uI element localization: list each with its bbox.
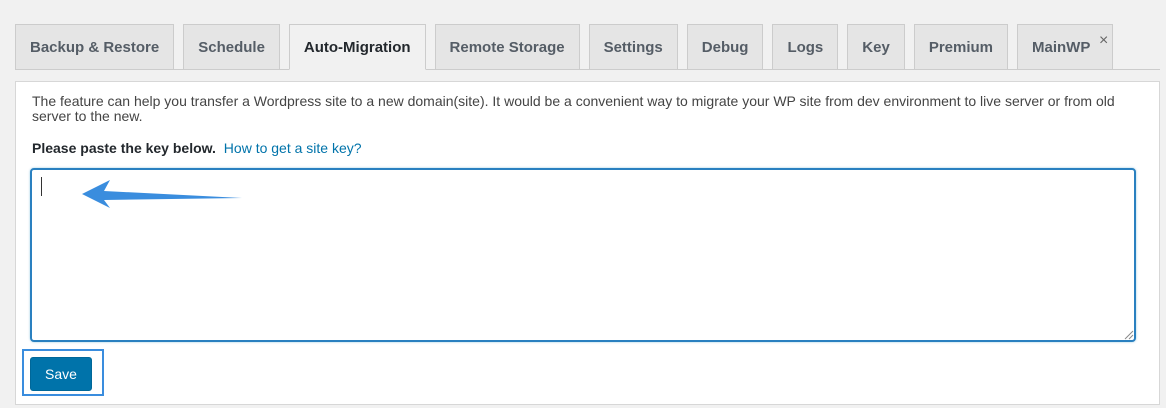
tab-label: Auto-Migration [303,38,411,56]
save-button[interactable]: Save [30,357,92,391]
tab-debug[interactable]: Debug [686,24,764,69]
tab-schedule[interactable]: Schedule [183,24,280,69]
tab-label: Remote Storage [449,38,565,56]
tab-label: Schedule [198,38,265,56]
tab-auto-migration[interactable]: Auto-Migration [288,24,426,70]
site-key-help-link[interactable]: How to get a site key? [224,140,362,156]
pointer-arrow-icon [82,180,242,208]
close-icon[interactable]: × [1099,33,1108,49]
tab-remote-storage[interactable]: Remote Storage [434,24,580,69]
plugin-settings-screen: Backup & Restore Schedule Auto-Migration… [0,0,1166,408]
tab-label: Logs [787,38,824,56]
tab-settings[interactable]: Settings [588,24,678,69]
tab-backup-restore[interactable]: Backup & Restore [15,24,175,69]
tab-label: Premium [928,38,994,56]
tab-label: Settings [603,38,663,56]
tab-label: MainWP [1032,38,1091,56]
tab-key[interactable]: Key [847,24,905,69]
resize-grip-icon[interactable] [1122,328,1134,340]
tab-mainwp[interactable]: MainWP × [1017,24,1114,69]
tab-label: Backup & Restore [30,38,160,56]
auto-migration-panel: The feature can help you transfer a Word… [15,81,1160,405]
tab-logs[interactable]: Logs [772,24,839,69]
feature-description: The feature can help you transfer a Word… [32,93,1115,124]
key-prompt-label: Please paste the key below. [32,140,216,156]
tab-label: Key [862,38,890,56]
tab-premium[interactable]: Premium [913,24,1009,69]
key-prompt: Please paste the key below. How to get a… [32,139,362,157]
tab-label: Debug [701,38,749,56]
tab-bar: Backup & Restore Schedule Auto-Migration… [15,24,1160,70]
text-caret [41,177,42,196]
